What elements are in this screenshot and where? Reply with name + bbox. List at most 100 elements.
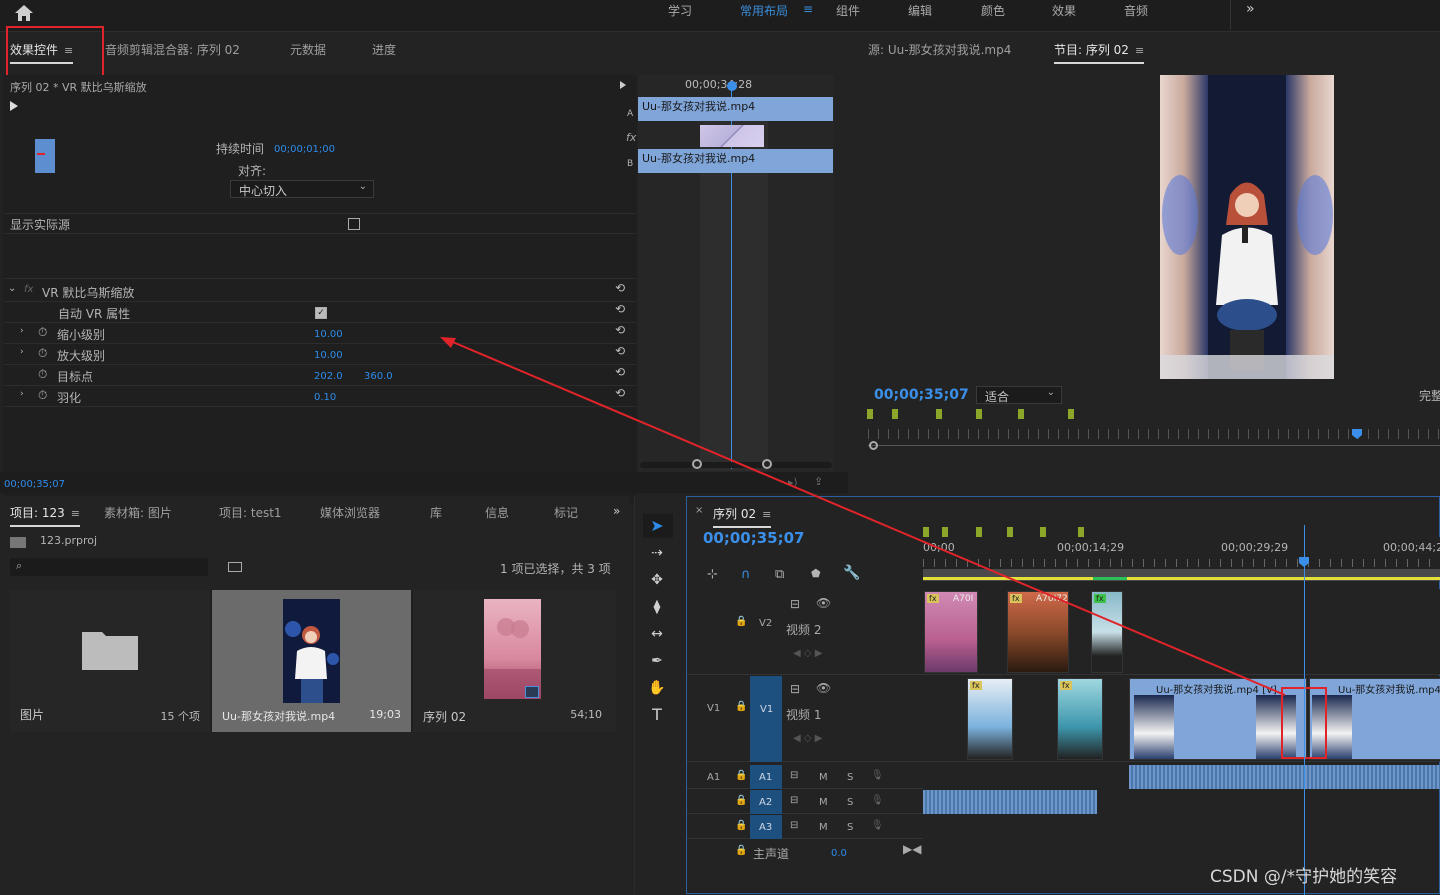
marker[interactable] [936, 409, 942, 419]
track-select-tool-icon[interactable]: ⇢ [648, 544, 666, 562]
play-icon[interactable] [10, 101, 18, 111]
param-value-2[interactable]: 360.0 [364, 371, 393, 382]
param-value[interactable]: 0.10 [314, 392, 336, 403]
project-item-sequence[interactable]: 序列 02 54;10 [413, 590, 616, 732]
export-icon[interactable]: ⇪ [814, 475, 823, 488]
clip-a[interactable]: Uu-那女孩对我说.mp4 [638, 97, 833, 121]
clip-v2-1[interactable]: fx A70I [924, 591, 978, 673]
tab-markers[interactable]: 标记 [554, 504, 578, 521]
fx-icon[interactable]: fx [24, 284, 33, 295]
reset-icon[interactable]: ⟲ [615, 281, 625, 295]
hand-tool-icon[interactable]: ✋ [648, 679, 666, 697]
lock-icon[interactable]: 🔒 [735, 770, 747, 781]
playhead-icon[interactable] [727, 81, 737, 91]
eye-icon[interactable]: 👁 [816, 681, 831, 695]
tab-metadata[interactable]: 元数据 [290, 41, 326, 58]
reset-icon[interactable]: ⟲ [615, 386, 625, 400]
program-scrub-bar[interactable] [868, 445, 1440, 446]
selection-tool-icon[interactable]: ➤ [648, 517, 666, 535]
marker[interactable] [976, 409, 982, 419]
clip-v1-2[interactable]: fx [1057, 678, 1103, 760]
add-marker-icon[interactable]: ⬟ [811, 567, 821, 580]
film-icon[interactable]: ⊟ [790, 820, 798, 831]
source-patch-v1[interactable]: V1 [707, 703, 720, 714]
slip-tool-icon[interactable]: ↔ [648, 625, 666, 643]
tab-source[interactable]: 源: Uu-那女孩对我说.mp4 [868, 41, 1011, 58]
reset-icon[interactable]: ⟲ [615, 365, 625, 379]
clip-v2-3[interactable]: fx [1091, 591, 1123, 673]
clip-v1-1[interactable]: fx [967, 678, 1013, 760]
home-icon[interactable] [14, 4, 34, 22]
mute-button[interactable]: M [819, 797, 828, 808]
solo-button[interactable]: S [847, 797, 853, 808]
type-tool-icon[interactable]: T [648, 706, 666, 724]
tab-sequence-02[interactable]: 序列 02 ≡ [713, 505, 772, 528]
film-icon[interactable]: ⊟ [790, 795, 798, 806]
auto-vr-checkbox[interactable]: ✓ [315, 307, 327, 319]
source-patch-a1[interactable]: A1 [707, 772, 720, 783]
mic-icon[interactable]: 🎙 [871, 770, 884, 781]
effect-timecode[interactable]: 00;00;35;07 [4, 479, 65, 490]
tab-bin-pictures[interactable]: 素材箱: 图片 [104, 504, 172, 521]
lock-icon[interactable]: 🔒 [735, 795, 747, 806]
track-target-v2[interactable]: V2 [759, 618, 772, 629]
marker[interactable] [923, 527, 929, 537]
reset-icon[interactable]: ⟲ [615, 302, 625, 316]
clip-b[interactable]: Uu-那女孩对我说.mp4 [638, 149, 833, 173]
project-item-video[interactable]: Uu-那女孩对我说.mp4 19;03 [212, 590, 411, 732]
lock-icon[interactable]: 🔒 [735, 701, 747, 712]
expand-icon[interactable]: › [20, 326, 24, 336]
linked-select-icon[interactable]: ⧉ [775, 567, 784, 582]
overflow-icon[interactable]: » [613, 504, 620, 518]
workspace-overflow-icon[interactable]: » [1246, 1, 1255, 17]
mic-icon[interactable]: 🎙 [871, 820, 884, 831]
new-bin-icon[interactable] [228, 562, 242, 572]
workspace-audio[interactable]: 音频 [1124, 2, 1148, 19]
param-value[interactable]: 10.00 [314, 350, 343, 361]
stopwatch-icon[interactable]: ⏱ [38, 388, 47, 403]
transition-block[interactable] [700, 125, 764, 147]
keyframe-nav[interactable]: ◀ ◇ ▶ [793, 733, 822, 744]
keyframe-nav[interactable]: ◀ ◇ ▶ [793, 648, 822, 659]
eye-icon[interactable]: 👁 [816, 596, 831, 610]
snap-icon[interactable]: ∩ [741, 567, 751, 582]
effect-collapse-icon[interactable]: ⌄ [8, 283, 16, 294]
scrub-handle[interactable] [869, 441, 878, 450]
panel-menu-icon[interactable]: ≡ [1135, 44, 1144, 57]
lock-icon[interactable]: 🔒 [735, 820, 747, 831]
tab-audio-mixer[interactable]: 音频剪辑混合器: 序列 02 [105, 41, 240, 58]
lock-icon[interactable]: 🔒 [735, 845, 747, 856]
tab-project-test1[interactable]: 项目: test1 [219, 504, 282, 521]
tab-progress[interactable]: 进度 [372, 41, 396, 58]
ripple-edit-tool-icon[interactable]: ✥ [648, 571, 666, 589]
fit-dropdown[interactable]: 适合 ⌄ [976, 386, 1062, 404]
mute-button[interactable]: M [819, 772, 828, 783]
pen-tool-icon[interactable]: ✒ [648, 652, 666, 670]
audio-clip-a2[interactable] [923, 790, 1097, 814]
tab-library[interactable]: 库 [430, 504, 442, 521]
marker[interactable] [1040, 527, 1046, 537]
tab-media-browser[interactable]: 媒体浏览器 [320, 504, 380, 521]
show-source-checkbox[interactable] [348, 218, 360, 230]
reset-icon[interactable]: ⟲ [615, 344, 625, 358]
panel-menu-icon[interactable]: ≡ [762, 508, 771, 521]
marker[interactable] [1078, 527, 1084, 537]
workspace-editing[interactable]: 编辑 [908, 2, 932, 19]
zoom-scroll-bar[interactable] [640, 459, 832, 469]
stopwatch-icon[interactable]: ⏱ [38, 367, 47, 382]
duration-value[interactable]: 00;00;01;00 [274, 144, 335, 155]
marker[interactable] [1007, 527, 1013, 537]
solo-button[interactable]: S [847, 822, 853, 833]
nest-icon[interactable]: ⊹ [707, 567, 718, 582]
expand-icon[interactable] [620, 81, 626, 89]
marker[interactable] [976, 527, 982, 537]
reset-icon[interactable]: ⟲ [615, 323, 625, 337]
workspace-effects[interactable]: 效果 [1052, 2, 1076, 19]
workspace-menu-icon[interactable]: ≡ [803, 2, 813, 16]
film-icon[interactable]: ⊟ [790, 770, 798, 781]
param-value[interactable]: 202.0 [314, 371, 343, 382]
marker[interactable] [1068, 409, 1074, 419]
workspace-learn[interactable]: 学习 [668, 2, 692, 19]
stopwatch-icon[interactable]: ⏱ [38, 325, 47, 340]
stopwatch-icon[interactable]: ⏱ [38, 346, 47, 361]
